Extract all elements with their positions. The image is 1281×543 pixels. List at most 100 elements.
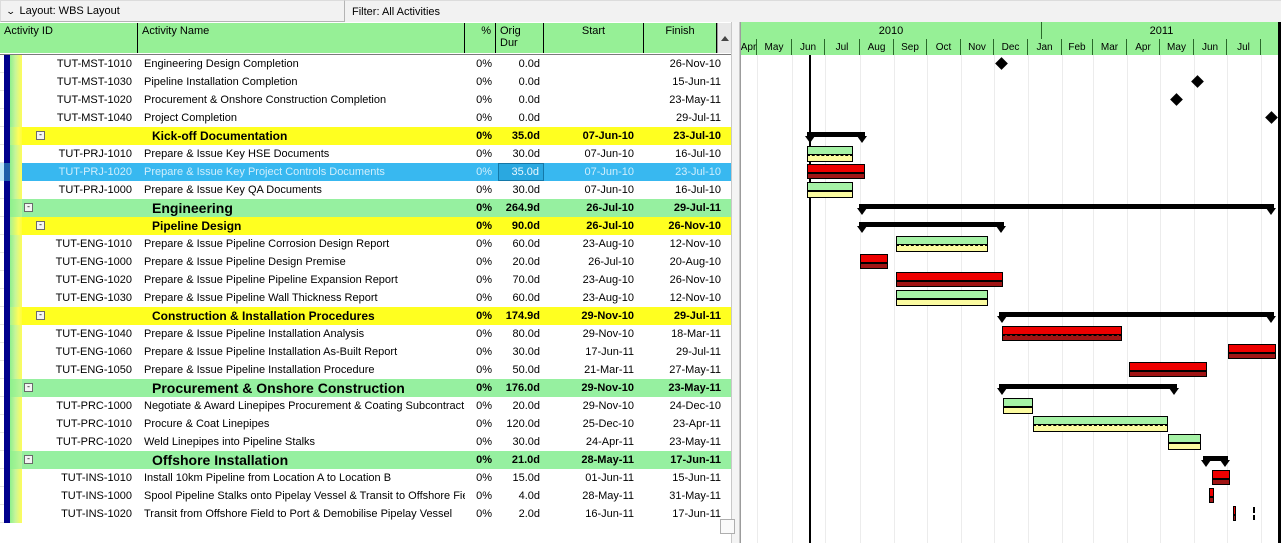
table-row[interactable]: TUT-ENG-1040 Prepare & Issue Pipeline Ins…	[0, 325, 731, 343]
cell-percent-complete: 0%	[476, 292, 492, 304]
gantt-critical-bar[interactable]	[1002, 326, 1122, 335]
gantt-summary-bar[interactable]	[999, 384, 1177, 389]
gantt-summary-bar[interactable]	[999, 312, 1274, 317]
wbs-level-indicator	[0, 127, 22, 145]
collapse-expand-toggle[interactable]: -	[24, 203, 33, 212]
gantt-critical-bar[interactable]	[1212, 470, 1230, 479]
gantt-baseline-critical-bar[interactable]	[1233, 515, 1236, 521]
gantt-baseline-critical-bar[interactable]	[1228, 353, 1276, 359]
summary-bar-start-cap	[997, 388, 1007, 395]
cell-percent-complete: 0%	[476, 400, 492, 412]
gantt-activity-bar[interactable]	[807, 146, 853, 155]
gantt-activity-bar[interactable]	[1003, 398, 1033, 407]
gantt-baseline-critical-bar[interactable]	[1209, 497, 1214, 503]
gantt-milestone-marker[interactable]	[995, 57, 1008, 70]
pane-splitter[interactable]	[731, 22, 740, 543]
filter-selector[interactable]: Filter: All Activities	[345, 0, 1281, 22]
filter-label: Filter: All Activities	[352, 5, 441, 18]
gantt-critical-bar[interactable]	[807, 164, 865, 173]
table-row[interactable]: TUT-MST-1010 Engineering Design Completio…	[0, 55, 731, 73]
gantt-baseline-critical-bar[interactable]	[807, 173, 865, 179]
cell-activity-id: TUT-MST-1020	[56, 94, 132, 106]
gantt-summary-bar[interactable]	[859, 222, 1004, 227]
gantt-critical-bar[interactable]	[1233, 506, 1236, 515]
collapse-expand-toggle[interactable]: -	[36, 131, 45, 140]
table-row[interactable]: - Engineering 0% 264.9d 26-Jul-10 29-Jul-11	[0, 199, 731, 217]
column-header-orig-dur[interactable]: Orig Dur	[496, 23, 544, 53]
gantt-milestone-marker[interactable]	[1170, 93, 1183, 106]
cell-percent-complete: 0%	[476, 148, 492, 160]
table-row[interactable]: TUT-ENG-1050 Prepare & Issue Pipeline Ins…	[0, 361, 731, 379]
column-header-activity-name[interactable]: Activity Name	[138, 23, 465, 53]
table-row[interactable]: TUT-ENG-1060 Prepare & Issue Pipeline Ins…	[0, 343, 731, 361]
cell-percent-complete: 0%	[476, 256, 492, 268]
table-row[interactable]: - Construction & Installation Procedures 0…	[0, 307, 731, 325]
table-row[interactable]: - Pipeline Design 0% 90.0d 26-Jul-10 26-Nov-1…	[0, 217, 731, 235]
gantt-critical-bar[interactable]	[896, 272, 1003, 281]
table-row[interactable]: TUT-PRC-1020 Weld Linepipes into Pipeline…	[0, 433, 731, 451]
table-row[interactable]: - Procurement & Onshore Construction 0% 176…	[0, 379, 731, 397]
gantt-baseline-critical-bar[interactable]	[896, 281, 1003, 287]
gantt-critical-bar[interactable]	[1228, 344, 1276, 353]
gantt-critical-bar[interactable]	[1209, 488, 1214, 497]
table-row[interactable]: TUT-INS-1020 Transit from Offshore Field …	[0, 505, 731, 523]
table-row[interactable]: TUT-ENG-1010 Prepare & Issue Pipeline Cor…	[0, 235, 731, 253]
table-row[interactable]: TUT-PRC-1000 Negotiate & Award Linepipes …	[0, 397, 731, 415]
cell-start-date	[546, 55, 642, 73]
table-row[interactable]: TUT-MST-1020 Procurement & Onshore Constr…	[0, 91, 731, 109]
gantt-baseline-bar[interactable]	[1033, 425, 1168, 432]
gantt-activity-bar[interactable]	[807, 182, 853, 191]
gantt-summary-bar[interactable]	[859, 204, 1274, 209]
gantt-baseline-bar[interactable]	[896, 245, 988, 252]
gantt-critical-bar[interactable]	[1129, 362, 1207, 371]
gantt-baseline-bar[interactable]	[807, 191, 853, 198]
column-header-activity-id[interactable]: Activity ID	[0, 23, 138, 53]
gantt-baseline-critical-bar[interactable]	[1212, 479, 1230, 485]
column-header-finish[interactable]: Finish	[644, 23, 717, 53]
column-header-percent[interactable]: %	[465, 23, 496, 53]
collapse-expand-toggle[interactable]: -	[36, 221, 45, 230]
table-row[interactable]: TUT-PRJ-1010 Prepare & Issue Key HSE Docu…	[0, 145, 731, 163]
gantt-baseline-critical-bar[interactable]	[1002, 335, 1122, 341]
gantt-baseline-bar[interactable]	[1003, 407, 1033, 414]
collapse-expand-toggle[interactable]: -	[24, 383, 33, 392]
wbs-level-indicator	[0, 91, 22, 109]
cell-finish-date: 17-Jun-11	[670, 454, 721, 466]
wbs-level-indicator	[0, 415, 22, 433]
gantt-activity-bar[interactable]	[896, 236, 988, 245]
table-row[interactable]: - Kick-off Documentation 0% 35.0d 07-Jun-10 2…	[0, 127, 731, 145]
gantt-critical-bar[interactable]	[860, 254, 888, 263]
gantt-bars-canvas[interactable]	[741, 55, 1281, 543]
table-column-header-row: Activity ID Activity Name % Orig Dur Sta…	[0, 22, 731, 55]
gantt-activity-bar[interactable]	[1033, 416, 1168, 425]
collapse-expand-toggle[interactable]: -	[24, 455, 33, 464]
gantt-activity-bar[interactable]	[896, 290, 988, 299]
table-row[interactable]: TUT-ENG-1030 Prepare & Issue Pipeline Wal…	[0, 289, 731, 307]
gantt-baseline-critical-bar[interactable]	[860, 263, 888, 269]
gantt-baseline-critical-bar[interactable]	[1129, 371, 1207, 377]
collapse-expand-toggle[interactable]: -	[36, 311, 45, 320]
wbs-color-strip	[10, 397, 22, 415]
table-row[interactable]: TUT-INS-1000 Spool Pipeline Stalks onto P…	[0, 487, 731, 505]
cell-activity-id: TUT-ENG-1020	[55, 274, 132, 286]
gantt-baseline-bar[interactable]	[896, 299, 988, 306]
table-row[interactable]: TUT-PRJ-1020 Prepare & Issue Key Project …	[0, 163, 731, 181]
table-row[interactable]: TUT-ENG-1000 Prepare & Issue Pipeline Des…	[0, 253, 731, 271]
scroll-up-button[interactable]	[717, 23, 731, 53]
gantt-baseline-bar[interactable]	[1168, 443, 1201, 450]
timescale-gridline	[1093, 55, 1094, 543]
horizontal-scroll-thumb[interactable]	[720, 519, 735, 534]
table-row[interactable]: TUT-INS-1010 Install 10km Pipeline from L…	[0, 469, 731, 487]
gantt-activity-bar[interactable]	[1168, 434, 1201, 443]
column-header-start[interactable]: Start	[544, 23, 644, 53]
table-row[interactable]: TUT-MST-1040 Project Completion 0% 0.0d 29-J…	[0, 109, 731, 127]
layout-selector[interactable]: ⌄ Layout: WBS Layout	[0, 0, 345, 22]
table-row[interactable]: - Offshore Installation 0% 21.0d 28-May-11 17…	[0, 451, 731, 469]
table-row[interactable]: TUT-PRC-1010 Procure & Coat Linepipes 0% 12…	[0, 415, 731, 433]
table-row[interactable]: TUT-PRJ-1000 Prepare & Issue Key QA Docum…	[0, 181, 731, 199]
cell-start-date: 29-Nov-10	[581, 310, 634, 322]
table-row[interactable]: TUT-MST-1030 Pipeline Installation Comple…	[0, 73, 731, 91]
table-row[interactable]: TUT-ENG-1020 Prepare & Issue Pipeline Pip…	[0, 271, 731, 289]
gantt-milestone-marker[interactable]	[1265, 111, 1278, 124]
gantt-baseline-bar[interactable]	[807, 155, 853, 162]
